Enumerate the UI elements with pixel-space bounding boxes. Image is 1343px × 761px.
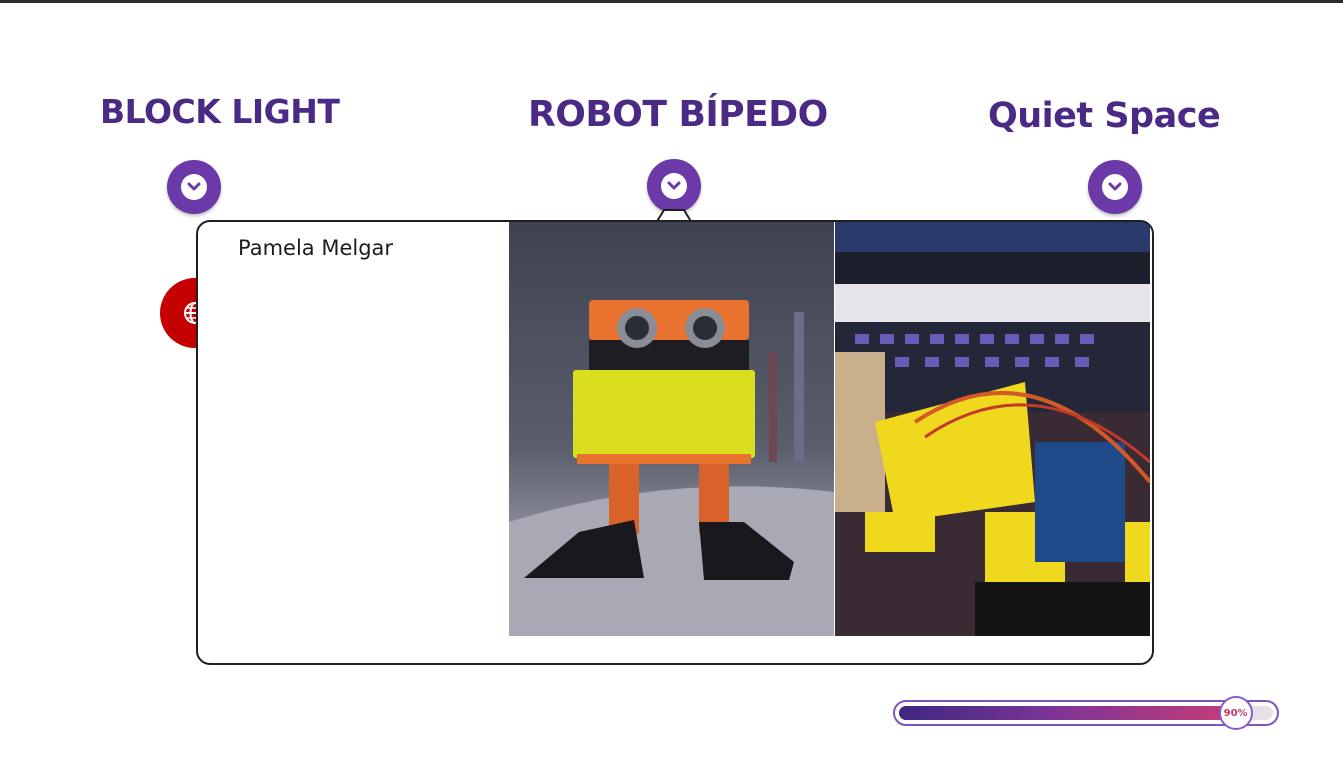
progress-track: 90%	[899, 696, 1273, 730]
expand-toggle-quiet-space[interactable]	[1088, 160, 1142, 214]
progress-label: 90%	[1218, 696, 1253, 730]
chevron-down-icon	[181, 174, 207, 200]
top-border	[0, 0, 1343, 3]
section-title-robot-bipedo: ROBOT BÍPEDO	[528, 94, 828, 135]
project-card: Pamela Melgar	[196, 220, 1154, 665]
expand-toggle-block-light[interactable]	[167, 160, 221, 214]
progress-fill	[899, 706, 1236, 720]
progress-bar: 90%	[893, 696, 1279, 730]
chevron-down-icon	[661, 173, 687, 199]
section-title-block-light: BLOCK LIGHT	[100, 92, 340, 131]
expand-toggle-robot-bipedo[interactable]	[647, 159, 701, 213]
robot-assembly-photo[interactable]	[835, 222, 1150, 636]
section-title-quiet-space: Quiet Space	[988, 96, 1221, 136]
chevron-down-icon	[1102, 174, 1128, 200]
robot-front-photo[interactable]	[509, 222, 834, 636]
author-name: Pamela Melgar	[238, 236, 394, 260]
